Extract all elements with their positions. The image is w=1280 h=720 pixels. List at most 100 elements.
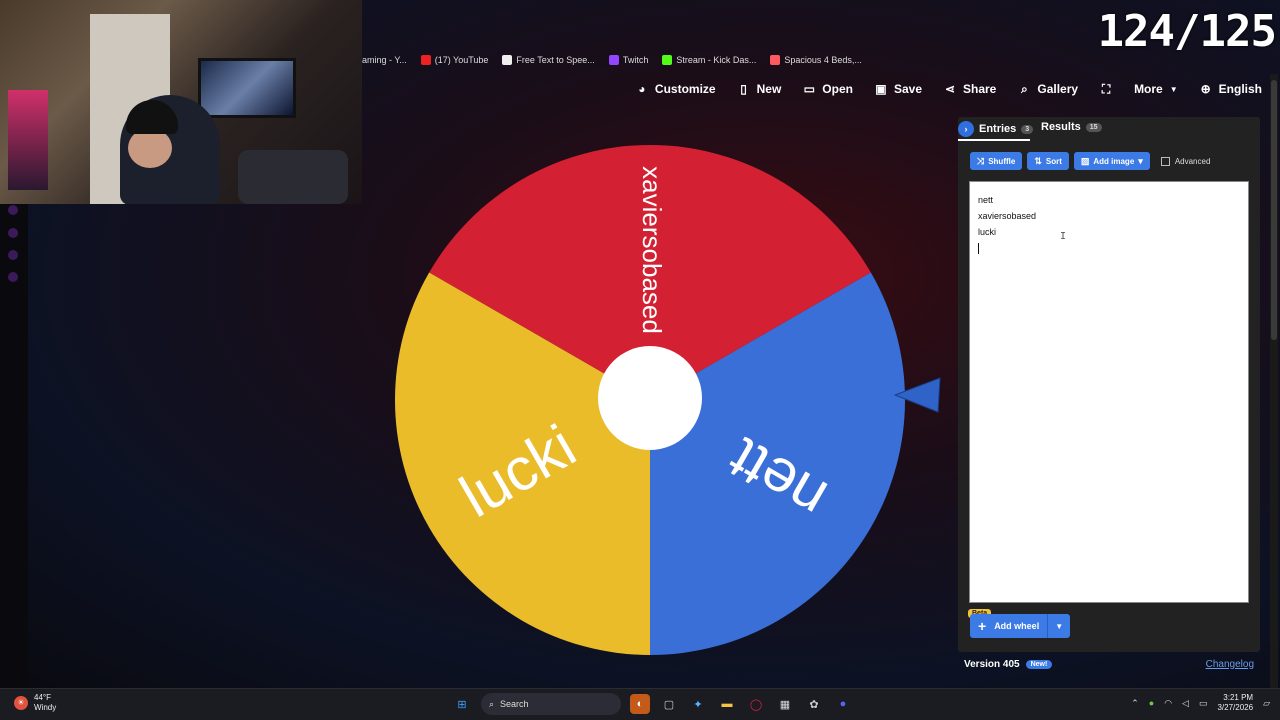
bookmarks-bar: aming - Y... (17) YouTube Free Text to S…: [362, 50, 862, 70]
fullscreen-button[interactable]: ⛶: [1100, 82, 1112, 97]
entries-panel: › Entries 3 Results 15 ⤨ Shuffle ⇅ Sort ▨ A…: [958, 117, 1260, 652]
weather-widget[interactable]: ☀ 44°F Windy: [14, 693, 56, 713]
sidebar-icon[interactable]: [8, 272, 18, 282]
save-button[interactable]: ▣ Save: [875, 82, 922, 96]
gallery-button[interactable]: ⌕ Gallery: [1018, 82, 1078, 97]
weather-label: Windy: [34, 703, 57, 712]
new-button[interactable]: ▯ New: [738, 82, 782, 96]
open-button[interactable]: ▭ Open: [803, 82, 853, 96]
entries-textarea[interactable]: nett xaviersobased lucki I: [969, 181, 1249, 603]
tab-results[interactable]: Results 15: [1041, 121, 1102, 133]
save-icon: ▣: [875, 82, 887, 96]
microphone-icon[interactable]: ●: [1149, 698, 1154, 708]
save-label: Save: [893, 82, 922, 96]
windows-start-icon[interactable]: ⊞: [452, 694, 472, 714]
bookmark[interactable]: (17) YouTube: [420, 55, 489, 65]
bookmark-label: Twitch: [622, 55, 649, 65]
chevron-up-icon[interactable]: ⌃: [1131, 698, 1139, 709]
opera-gx-icon[interactable]: ◯: [746, 694, 766, 714]
file-explorer-icon[interactable]: ▬: [717, 694, 737, 714]
advanced-checkbox[interactable]: [1160, 156, 1170, 166]
sidebar-icon[interactable]: [8, 228, 18, 238]
results-count-badge: 15: [1085, 122, 1102, 132]
widget-icon[interactable]: ◐: [630, 694, 650, 714]
customize-button[interactable]: ◕ Customize: [636, 82, 715, 96]
version-label: Version 405: [964, 658, 1020, 670]
clock[interactable]: 3:21 PM 3/27/2026: [1217, 693, 1253, 713]
sort-button[interactable]: ⇅ Sort: [1027, 152, 1069, 170]
shuffle-label: Shuffle: [988, 156, 1016, 166]
notification-icon[interactable]: ▱: [1263, 698, 1270, 709]
globe-icon: ⊕: [1200, 82, 1211, 96]
fullscreen-icon: ⛶: [1101, 81, 1111, 96]
bookmark-label: (17) YouTube: [434, 55, 489, 65]
more-label: More: [1134, 82, 1163, 96]
bookmark[interactable]: Twitch: [608, 55, 649, 65]
add-image-label: Add image: [1093, 156, 1135, 166]
search-icon: ⌕: [1020, 81, 1028, 96]
add-wheel-main[interactable]: + Add wheel: [970, 614, 1049, 638]
wheel-center-button[interactable]: [598, 346, 702, 450]
caret-down-icon: ▾: [1138, 155, 1143, 166]
file-icon: ▯: [740, 82, 747, 96]
copilot-icon[interactable]: ✦: [688, 694, 708, 714]
sidebar-icon[interactable]: [8, 250, 18, 260]
taskbar-apps: ⊞ ⌕ Search ◐ ▢ ✦ ▬ ◯ ▦ ✿ ●: [452, 693, 853, 715]
add-image-button[interactable]: ▨ Add image ▾: [1073, 152, 1150, 170]
changelog-link[interactable]: Changelog: [1206, 659, 1254, 670]
new-label: New: [756, 82, 782, 96]
bookmark-label: Spacious 4 Beds,...: [784, 55, 862, 65]
entry-line: nett: [978, 195, 994, 205]
tab-entries-label: Entries: [979, 123, 1017, 135]
language-menu[interactable]: ⊕ English: [1200, 82, 1262, 96]
weather-icon: ☀: [14, 696, 28, 710]
temperature-label: 44°F: [34, 693, 51, 702]
text-cursor: [978, 240, 1240, 256]
caret-down-icon[interactable]: ▼: [1048, 622, 1070, 631]
bookmark[interactable]: Free Text to Spee...: [502, 55, 595, 65]
progress-counter: 124/125: [1097, 6, 1277, 57]
share-button[interactable]: ⋖ Share: [944, 82, 996, 96]
spin-wheel[interactable]: xaviersobasednettlucki: [390, 140, 941, 660]
wheel-slice-label: xaviersobased: [637, 166, 667, 334]
twitch-icon: [608, 55, 619, 65]
entry-line: xaviersobased: [978, 211, 1037, 221]
advanced-toggle[interactable]: Advanced: [1160, 156, 1211, 166]
time-label: 3:21 PM: [1223, 693, 1254, 702]
tab-entries[interactable]: › Entries 3: [958, 121, 1034, 137]
system-tray: ⌃ ● ◠ ◁ ▭ 3:21 PM 3/27/2026 ▱: [1131, 693, 1270, 713]
scrollbar-thumb[interactable]: [1271, 80, 1277, 340]
settings-icon[interactable]: ✿: [804, 694, 824, 714]
image-icon: ▨: [1080, 155, 1090, 166]
wifi-icon[interactable]: ◠: [1164, 698, 1172, 709]
bookmark-label: Stream - Kick Das...: [676, 55, 757, 65]
date-label: 3/27/2026: [1217, 703, 1254, 712]
bookmark[interactable]: Stream - Kick Das...: [662, 55, 756, 65]
gallery-label: Gallery: [1037, 82, 1079, 96]
sidebar-icon[interactable]: [8, 205, 18, 215]
panel-footer: Version 405 New! Changelog: [958, 655, 1260, 673]
battery-icon[interactable]: ▭: [1199, 698, 1208, 709]
more-menu[interactable]: More ▼: [1134, 82, 1178, 96]
task-view-icon[interactable]: ▢: [659, 694, 679, 714]
shuffle-icon: ⤨: [977, 155, 985, 166]
bookmark-label: Free Text to Spee...: [516, 55, 595, 65]
text-to-speech-icon: [502, 55, 513, 65]
sort-label: Sort: [1045, 156, 1062, 166]
bookmark[interactable]: Spacious 4 Beds,...: [770, 55, 862, 65]
store-icon[interactable]: ▦: [775, 694, 795, 714]
sort-icon: ⇅: [1034, 155, 1042, 166]
advanced-label: Advanced: [1174, 156, 1211, 166]
add-wheel-button[interactable]: + Add wheel ▼: [970, 614, 1071, 638]
bookmark-label: aming - Y...: [362, 55, 407, 65]
top-toolbar: ◕ Customize ▯ New ▭ Open ▣ Save ⋖ Share ⌕ Gall…: [636, 78, 1262, 100]
chevron-right-icon[interactable]: ›: [958, 121, 974, 137]
shuffle-button[interactable]: ⤨ Shuffle: [970, 152, 1023, 170]
taskbar-search[interactable]: ⌕ Search: [481, 693, 621, 715]
panel-tabs: › Entries 3 Results 15: [958, 117, 1260, 143]
volume-icon[interactable]: ◁: [1182, 698, 1189, 709]
tab-results-label: Results: [1041, 121, 1081, 133]
entry-actions: ⤨ Shuffle ⇅ Sort ▨ Add image ▾ Advanced: [970, 152, 1210, 170]
bookmark[interactable]: aming - Y...: [362, 55, 407, 65]
discord-icon[interactable]: ●: [833, 694, 853, 714]
